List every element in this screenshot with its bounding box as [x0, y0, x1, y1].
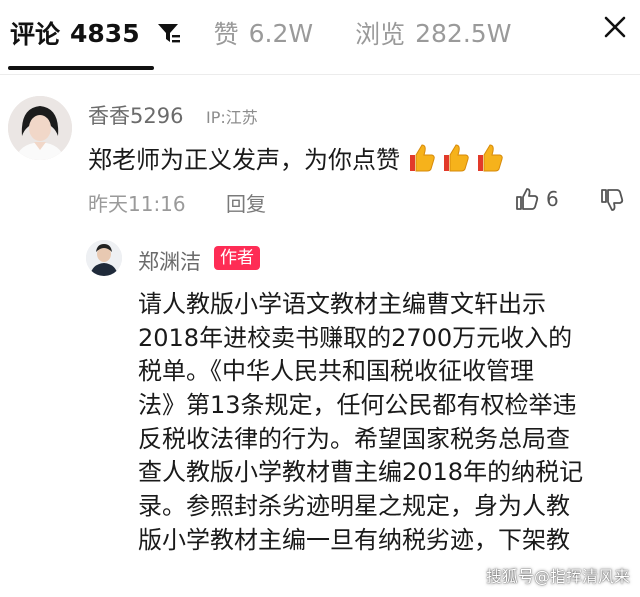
filter-icon[interactable] [156, 20, 182, 46]
like-icon [516, 188, 539, 210]
tab-comments-label: 评论 [10, 20, 61, 49]
close-icon[interactable] [602, 14, 628, 40]
dislike-icon[interactable] [598, 187, 626, 213]
reply-text-line: 法》第13条规定，任何公民都有权检举违 [138, 391, 577, 420]
tab-views[interactable]: 浏览 282.5W [355, 15, 511, 51]
avatar-image [86, 240, 122, 276]
reply-text-line: 2018年进校卖书赚取的2700万元收入的 [138, 323, 573, 352]
tab-likes-count: 6.2W [248, 18, 314, 48]
like-button[interactable]: 6 [514, 186, 559, 212]
reply-text-line: 录。参照封杀劣迹明星之规定，身为人教 [138, 492, 570, 521]
reply-text-line: 税单。《中华人民共和国税收征收管理 [138, 357, 534, 386]
thumbs-up-emoji-icon [444, 143, 469, 171]
reply-text-line: 版小学教材主编一旦有纳税劣迹，下架教 [138, 525, 570, 554]
comment-text-content: 郑老师为正义发声，为你点赞 [88, 146, 400, 174]
reply-text-line: 请人教版小学语文教材主编曹文轩出示 [138, 290, 546, 318]
comment-text: 郑老师为正义发声，为你点赞 [88, 140, 506, 175]
avatar-image [8, 96, 72, 160]
comment-ip-location: IP:江苏 [206, 108, 258, 127]
watermark: 搜狐号@指挥清风来 [485, 567, 630, 586]
reply-text-line: 反税收法律的行为。希望国家税务总局查 [138, 424, 570, 453]
tab-comments-count: 4835 [70, 18, 140, 48]
header-divider [0, 74, 640, 75]
reply-text: 请人教版小学语文教材主编曹文轩出示 2018年进校卖书赚取的2700万元收入的 … [138, 288, 616, 558]
reply-username[interactable]: 郑渊洁 [138, 246, 201, 276]
tab-likes-label: 赞 [213, 20, 239, 49]
tab-views-count: 282.5W [415, 18, 512, 48]
avatar[interactable] [86, 240, 122, 276]
like-count: 6 [546, 187, 559, 211]
thumbs-up-emoji-group [404, 141, 506, 175]
comment-timestamp: 昨天11:16 [88, 192, 186, 216]
reply-button[interactable]: 回复 [226, 188, 266, 217]
thumbs-up-emoji-icon [410, 143, 435, 171]
tab-comments[interactable]: 评论 4835 [10, 15, 182, 51]
thumbs-up-emoji-icon [478, 143, 503, 171]
comments-header: 评论 4835 赞 6.2W 浏览 282.5W [0, 0, 640, 66]
reply-text-line: 查人教版小学教材曹主编2018年的纳税记 [138, 458, 584, 487]
author-badge: 作者 [214, 246, 260, 270]
comment-username[interactable]: 香香5296 [88, 100, 183, 130]
active-tab-indicator [8, 66, 154, 70]
tab-likes[interactable]: 赞 6.2W [214, 15, 314, 51]
tab-views-label: 浏览 [355, 20, 406, 49]
avatar[interactable] [8, 96, 72, 160]
